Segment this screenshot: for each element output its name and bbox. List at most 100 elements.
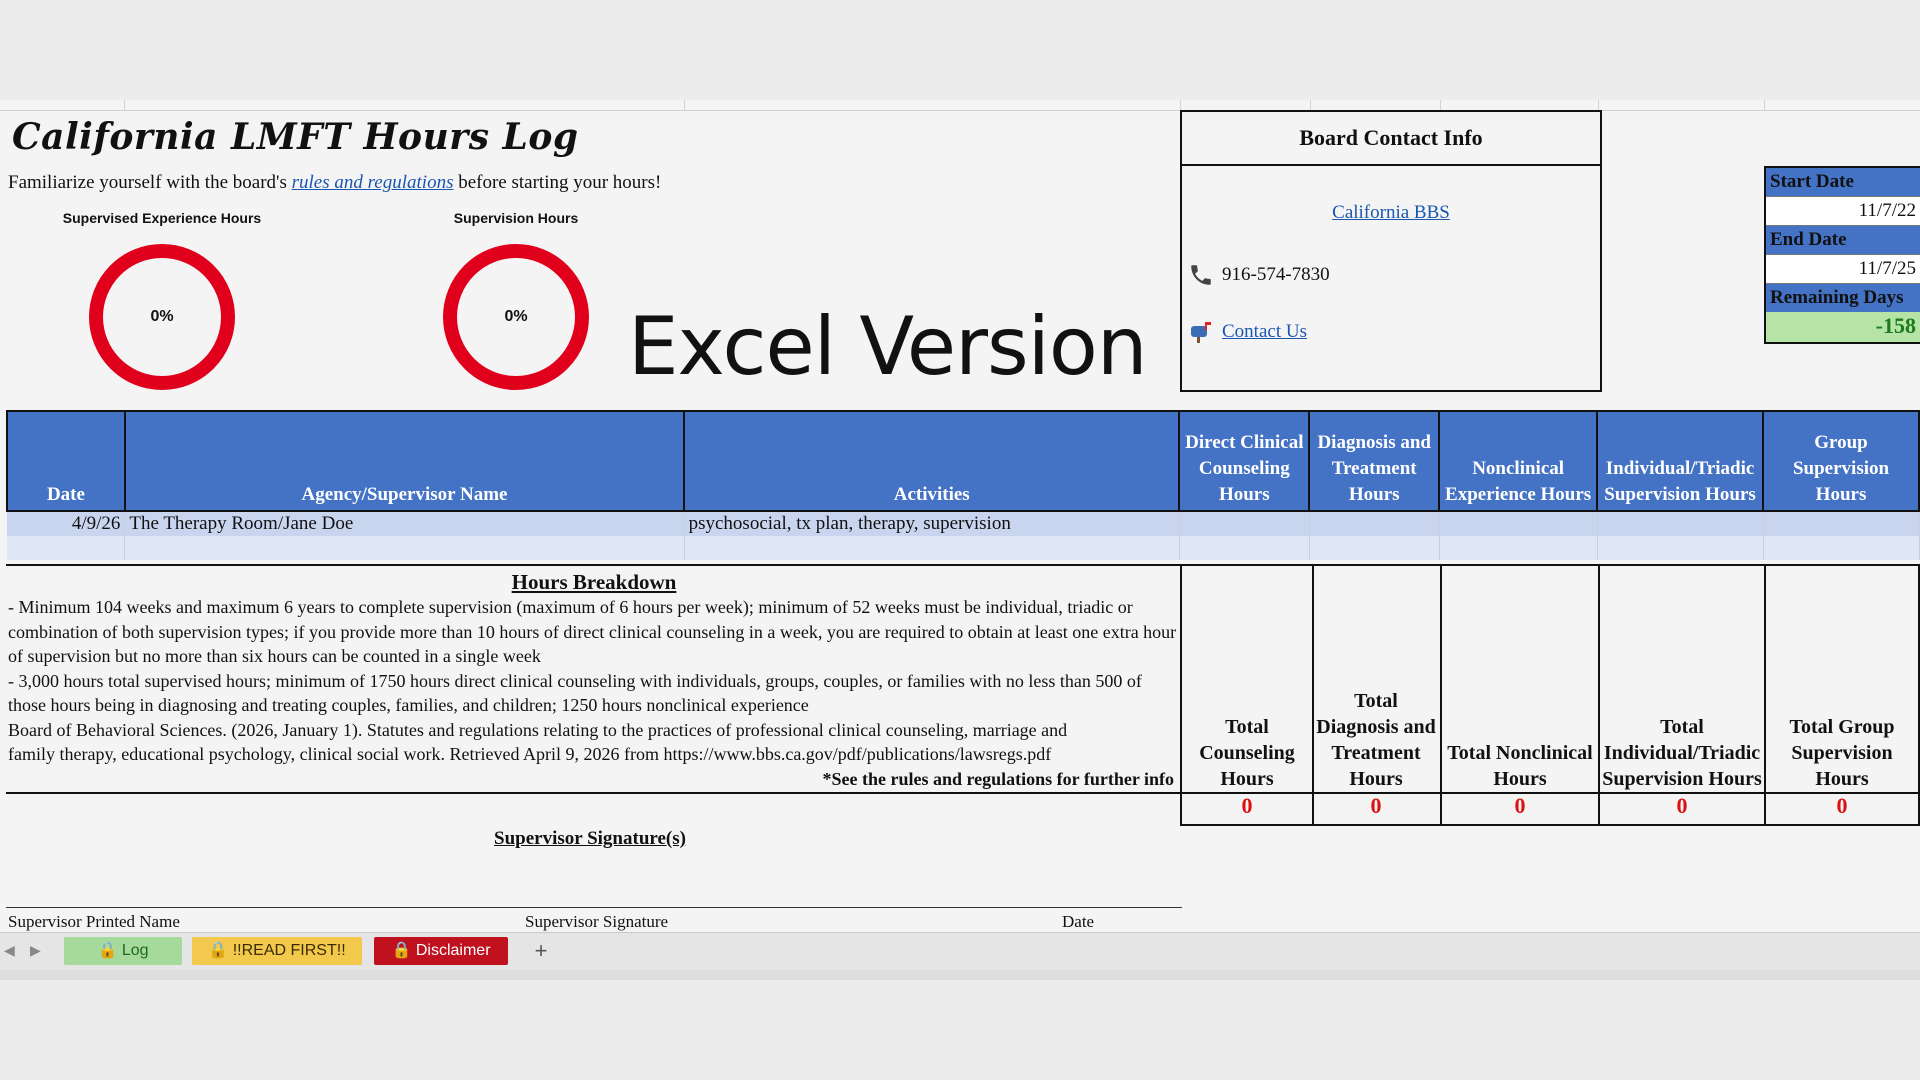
tab-disclaimer[interactable]: 🔒 Disclaimer bbox=[374, 937, 508, 965]
column-divider bbox=[1764, 100, 1765, 110]
tab-label: Log bbox=[121, 942, 149, 959]
signature-date-label: Date bbox=[1062, 912, 1095, 931]
gauge-label-supervision: Supervision Hours bbox=[453, 210, 579, 226]
hours-log-table: Date Agency/Supervisor Name Activities D… bbox=[6, 410, 1920, 560]
col-header-diagnosis[interactable]: Diagnosis and Treatment Hours bbox=[1308, 410, 1441, 512]
signature-line bbox=[6, 907, 1182, 908]
cell-hours[interactable] bbox=[1309, 511, 1440, 536]
col-header-nonclinical[interactable]: Nonclinical Experience Hours bbox=[1438, 410, 1599, 512]
tab-label: !!READ FIRST!! bbox=[232, 942, 346, 959]
col-header-direct-clinical[interactable]: Direct Clinical Counseling Hours bbox=[1178, 410, 1311, 512]
cell-hours[interactable] bbox=[1439, 536, 1598, 560]
california-bbs-link[interactable]: California BBS bbox=[1182, 202, 1600, 224]
date-panel: Start Date 11/7/22 End Date 11/7/25 Rema… bbox=[1764, 166, 1920, 344]
table-row: 4/9/26 The Therapy Room/Jane Doe psychos… bbox=[7, 511, 1920, 536]
column-header-strip bbox=[0, 100, 1920, 111]
cell-hours[interactable] bbox=[1179, 536, 1310, 560]
hours-breakdown: Hours Breakdown - Minimum 104 weeks and … bbox=[6, 564, 1182, 794]
column-divider bbox=[1180, 100, 1181, 110]
supervisor-printed-name-label: Supervisor Printed Name bbox=[8, 912, 180, 931]
remaining-days-label: Remaining Days bbox=[1766, 284, 1920, 312]
column-divider bbox=[1598, 100, 1599, 110]
table-row bbox=[7, 536, 1920, 560]
total-counseling-value[interactable]: 0 bbox=[1180, 790, 1314, 826]
end-date-cell[interactable]: 11/7/25 bbox=[1766, 254, 1920, 284]
total-diagnosis-label: Total Diagnosis and Treatment Hours bbox=[1312, 564, 1442, 794]
breakdown-heading: Hours Breakdown bbox=[511, 570, 677, 594]
total-group-supervision-value[interactable]: 0 bbox=[1766, 790, 1920, 826]
col-header-agency[interactable]: Agency/Supervisor Name bbox=[123, 410, 686, 512]
cell-date[interactable]: 4/9/26 bbox=[7, 511, 126, 536]
phone-icon bbox=[1191, 265, 1211, 285]
tab-read-first[interactable]: 🔒 !!READ FIRST!! bbox=[192, 937, 362, 965]
column-divider bbox=[124, 100, 125, 110]
cell-date[interactable] bbox=[7, 536, 126, 560]
col-header-activities[interactable]: Activities bbox=[683, 410, 1181, 512]
phone-number: 916-574-7830 bbox=[1222, 264, 1330, 285]
tab-label: Disclaimer bbox=[415, 942, 491, 959]
total-nonclinical-label: Total Nonclinical Hours bbox=[1442, 564, 1600, 794]
col-header-individual-supervision[interactable]: Individual/Triadic Supervision Hours bbox=[1596, 410, 1765, 512]
breakdown-line-2: - 3,000 hours total supervised hours; mi… bbox=[8, 670, 1142, 716]
column-divider bbox=[684, 100, 685, 110]
cell-agency[interactable]: The Therapy Room/Jane Doe bbox=[124, 511, 685, 536]
col-header-group-supervision[interactable]: Group Supervision Hours bbox=[1762, 410, 1920, 512]
gauge-label-supervised: Supervised Experience Hours bbox=[62, 210, 262, 226]
supervisor-signature-heading: Supervisor Signature(s) bbox=[494, 828, 686, 849]
cell-hours[interactable] bbox=[1439, 511, 1598, 536]
contact-row: Contact Us bbox=[1188, 320, 1307, 344]
prev-sheet-icon[interactable]: ◀ bbox=[4, 943, 15, 960]
total-diagnosis-value[interactable]: 0 bbox=[1312, 790, 1442, 826]
cell-hours[interactable] bbox=[1309, 536, 1440, 560]
excel-version-label: Excel Version bbox=[628, 300, 1148, 393]
total-individual-supervision-value[interactable]: 0 bbox=[1600, 790, 1766, 826]
gauge-percent: 0% bbox=[150, 308, 174, 325]
intro-text: Familiarize yourself with the board's ru… bbox=[8, 172, 661, 194]
next-sheet-icon[interactable]: ▶ bbox=[30, 943, 41, 960]
status-bar bbox=[0, 970, 1920, 980]
board-contact-box: Board Contact Info California BBS 916-57… bbox=[1180, 110, 1602, 392]
column-divider bbox=[1310, 100, 1311, 110]
add-sheet-button[interactable]: + bbox=[526, 937, 556, 965]
remaining-days-cell[interactable]: -158 bbox=[1766, 312, 1920, 342]
intro-before: Familiarize yourself with the board's bbox=[8, 172, 287, 193]
board-contact-header: Board Contact Info bbox=[1182, 112, 1600, 166]
lock-icon: 🔒 bbox=[97, 942, 118, 959]
cell-hours[interactable] bbox=[1763, 536, 1920, 560]
total-counseling-label: Total Counseling Hours bbox=[1180, 564, 1314, 794]
gauge-supervision: 0% bbox=[441, 242, 591, 392]
tab-log[interactable]: 🔒 Log bbox=[64, 937, 182, 965]
breakdown-body: - Minimum 104 weeks and maximum 6 years … bbox=[6, 595, 1182, 767]
see-rules-note: *See the rules and regulations for furth… bbox=[822, 769, 1175, 789]
cell-hours[interactable] bbox=[1179, 511, 1310, 536]
cell-hours[interactable] bbox=[1763, 511, 1920, 536]
intro-after: before starting your hours! bbox=[458, 172, 662, 193]
supervisor-signature-label: Supervisor Signature bbox=[525, 912, 669, 931]
gauge-supervised: 0% bbox=[87, 242, 237, 392]
rules-link[interactable]: rules and regulations bbox=[292, 172, 454, 193]
lock-icon: 🔒 bbox=[391, 942, 412, 959]
breakdown-citation: Board of Behavioral Sciences. (2026, Jan… bbox=[8, 719, 1068, 765]
cell-hours[interactable] bbox=[1597, 536, 1764, 560]
spreadsheet-grid: California LMFT Hours Log Familiarize yo… bbox=[0, 100, 1920, 932]
total-group-supervision-label: Total Group Supervision Hours bbox=[1766, 564, 1920, 794]
col-header-date[interactable]: Date bbox=[6, 410, 126, 512]
page-title: California LMFT Hours Log bbox=[12, 116, 579, 158]
gauge-percent: 0% bbox=[504, 308, 528, 325]
sheet-tab-bar: ◀ ▶ 🔒 Log 🔒 !!READ FIRST!! 🔒 Disclaimer … bbox=[0, 932, 1920, 971]
column-divider bbox=[1440, 100, 1441, 110]
total-individual-supervision-label: Total Individual/Triadic Supervision Hou… bbox=[1600, 564, 1766, 794]
start-date-cell[interactable]: 11/7/22 bbox=[1766, 196, 1920, 226]
cell-hours[interactable] bbox=[1597, 511, 1764, 536]
breakdown-line-1: - Minimum 104 weeks and maximum 6 years … bbox=[8, 597, 1177, 666]
phone-row: 916-574-7830 bbox=[1188, 262, 1330, 288]
contact-us-link[interactable]: Contact Us bbox=[1222, 321, 1307, 343]
cell-agency[interactable] bbox=[124, 536, 685, 560]
cell-activities[interactable]: psychosocial, tx plan, therapy, supervis… bbox=[684, 511, 1180, 536]
end-date-label: End Date bbox=[1766, 226, 1920, 254]
start-date-label: Start Date bbox=[1766, 168, 1920, 196]
lock-icon: 🔒 bbox=[208, 942, 229, 959]
mailbox-icon bbox=[1191, 322, 1211, 343]
cell-activities[interactable] bbox=[684, 536, 1180, 560]
total-nonclinical-value[interactable]: 0 bbox=[1442, 790, 1600, 826]
